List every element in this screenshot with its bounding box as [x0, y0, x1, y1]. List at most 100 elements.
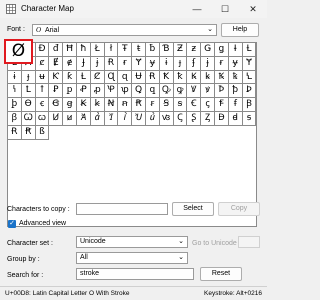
character-cell[interactable]: Ƚ [242, 43, 257, 57]
reset-button[interactable]: Reset [200, 267, 242, 281]
character-cell[interactable]: Ꞓ [187, 98, 202, 112]
character-cell[interactable]: ꝙ [173, 84, 188, 99]
character-cell[interactable]: ꞩ [173, 98, 188, 112]
character-cell[interactable]: ꝇ [8, 84, 22, 99]
character-cell[interactable]: ß [35, 125, 50, 140]
character-cell[interactable]: ꟊ [242, 112, 257, 126]
character-cell[interactable]: Ꝟ [187, 84, 202, 99]
character-cell[interactable]: Ꞧ [21, 125, 36, 140]
character-cell[interactable]: Ʂ [187, 112, 202, 126]
character-cell[interactable]: ɉ [90, 56, 105, 71]
go-to-unicode-input[interactable] [238, 236, 260, 248]
character-cell[interactable]: ꞙ [228, 98, 243, 112]
character-cell[interactable]: ꝁ [173, 70, 188, 85]
help-button[interactable]: Help [221, 23, 259, 37]
character-cell[interactable]: Đ [35, 43, 50, 57]
character-cell[interactable]: ꝟ [201, 84, 215, 99]
character-cell[interactable]: Ƙ [49, 70, 64, 85]
character-cell[interactable]: ꝃ [201, 70, 215, 85]
character-cell[interactable]: đ [49, 43, 64, 57]
character-cell[interactable]: ɇ [63, 56, 77, 71]
font-dropdown[interactable]: O Arial ⌄ [32, 24, 217, 36]
character-cell[interactable]: Ɓ [159, 43, 174, 57]
character-cell[interactable]: ꞽ [118, 112, 133, 126]
character-cell[interactable]: Ꞣ [77, 98, 91, 112]
character-cell[interactable]: ꝕ [118, 84, 133, 99]
character-cell[interactable]: Ǥ [201, 43, 215, 57]
character-cell[interactable]: Ꞩ [159, 98, 174, 112]
character-cell[interactable]: ꞻ [90, 112, 105, 126]
character-cell[interactable]: ꞷ [35, 112, 50, 126]
character-cell[interactable]: ꞓ [35, 98, 50, 112]
character-cell[interactable]: Ꞥ [104, 98, 119, 112]
character-cell[interactable]: Ꝇ [242, 70, 257, 85]
character-cell[interactable]: Ꝓ [77, 84, 91, 99]
character-cell[interactable]: ɨ [159, 56, 174, 71]
character-cell[interactable]: ꟃ [159, 112, 174, 126]
character-cell[interactable]: ʄ [187, 56, 202, 71]
character-cell[interactable]: ꞧ [146, 98, 160, 112]
character-cell[interactable]: ƙ [63, 70, 77, 85]
character-cell[interactable]: Ꞻ [77, 112, 91, 126]
character-cell[interactable]: Ɇ [49, 56, 64, 71]
character-cell[interactable]: Ɋ [104, 70, 119, 85]
character-cell[interactable]: ɟ [21, 70, 36, 85]
character-cell[interactable]: Ƶ [173, 43, 188, 57]
character-cell[interactable]: ꝓ [90, 84, 105, 99]
character-cell[interactable]: ꞡ [63, 98, 77, 112]
character-cell[interactable]: ꞿ [146, 112, 160, 126]
character-cell[interactable]: ꝧ [8, 98, 22, 112]
character-set-dropdown[interactable]: Unicode ⌄ [76, 236, 188, 248]
character-cell[interactable]: ǥ [215, 43, 229, 57]
character-cell[interactable]: Ꞧ [132, 98, 146, 112]
select-button[interactable]: Select [172, 202, 214, 216]
character-cell[interactable]: ꝅ [228, 70, 243, 85]
character-cell[interactable]: Ꞹ [49, 112, 64, 126]
character-cell[interactable]: ŧ [132, 43, 146, 57]
character-cell[interactable]: Ꝧ [242, 84, 257, 99]
character-cell[interactable]: Ꝉ [21, 84, 36, 99]
character-cell[interactable]: ɉ [201, 56, 215, 71]
character-cell[interactable]: Ɨ [228, 43, 243, 57]
character-cell[interactable]: Ꝥ [215, 84, 229, 99]
character-cell[interactable]: Ꞵ [242, 98, 257, 112]
character-cell[interactable]: Ŧ [118, 43, 133, 57]
character-cell[interactable]: Ꞙ [215, 98, 229, 112]
character-cell[interactable]: Ꝃ [187, 70, 202, 85]
character-cell[interactable]: ꞵ [8, 112, 22, 126]
character-cell[interactable]: ɍ [118, 56, 133, 71]
character-cell[interactable]: ɋ [118, 70, 133, 85]
character-cell[interactable]: ƶ [187, 43, 202, 57]
character-cell[interactable]: ɨ [8, 70, 22, 85]
character-cell[interactable]: ꝑ [63, 84, 77, 99]
character-cell[interactable]: Ꝑ [49, 84, 64, 99]
advanced-view-checkbox[interactable]: ✓ [8, 220, 16, 228]
character-cell[interactable]: ħ [77, 43, 91, 57]
character-cell[interactable]: Ȼ [90, 70, 105, 85]
character-cell[interactable]: Ħ [63, 43, 77, 57]
character-cell[interactable]: Ꝅ [215, 70, 229, 85]
character-cell[interactable]: Ꞷ [21, 112, 36, 126]
character-cell[interactable]: Ƚ [77, 70, 91, 85]
character-cell[interactable]: Ɏ [242, 56, 257, 71]
character-cell[interactable]: Ɏ [132, 56, 146, 71]
character-cell[interactable]: ꞹ [63, 112, 77, 126]
character-cell[interactable]: ƀ [146, 43, 160, 57]
character-cell[interactable]: ꞥ [118, 98, 133, 112]
character-cell[interactable]: ꞔ [201, 98, 215, 112]
character-cell[interactable]: Ꞡ [49, 98, 64, 112]
character-cell[interactable]: Ʉ [132, 70, 146, 85]
character-cell[interactable]: ɏ [146, 56, 160, 71]
character-cell[interactable]: Ꝕ [104, 84, 119, 99]
character-cell[interactable]: Ꝗ [132, 84, 146, 99]
character-cell[interactable]: Ꞿ [132, 112, 146, 126]
character-cell[interactable]: Ꟈ [215, 112, 229, 126]
character-cell[interactable]: Ɵ [21, 98, 36, 112]
character-cell[interactable]: Ꝁ [159, 70, 174, 85]
character-cell[interactable]: ꞣ [90, 98, 105, 112]
character-cell[interactable]: Ɉ [77, 56, 91, 71]
character-cell[interactable]: Ꞽ [104, 112, 119, 126]
character-cell[interactable]: ꝥ [228, 84, 243, 99]
minimize-button[interactable]: — [183, 0, 211, 18]
character-cell[interactable]: Ł [90, 43, 105, 57]
